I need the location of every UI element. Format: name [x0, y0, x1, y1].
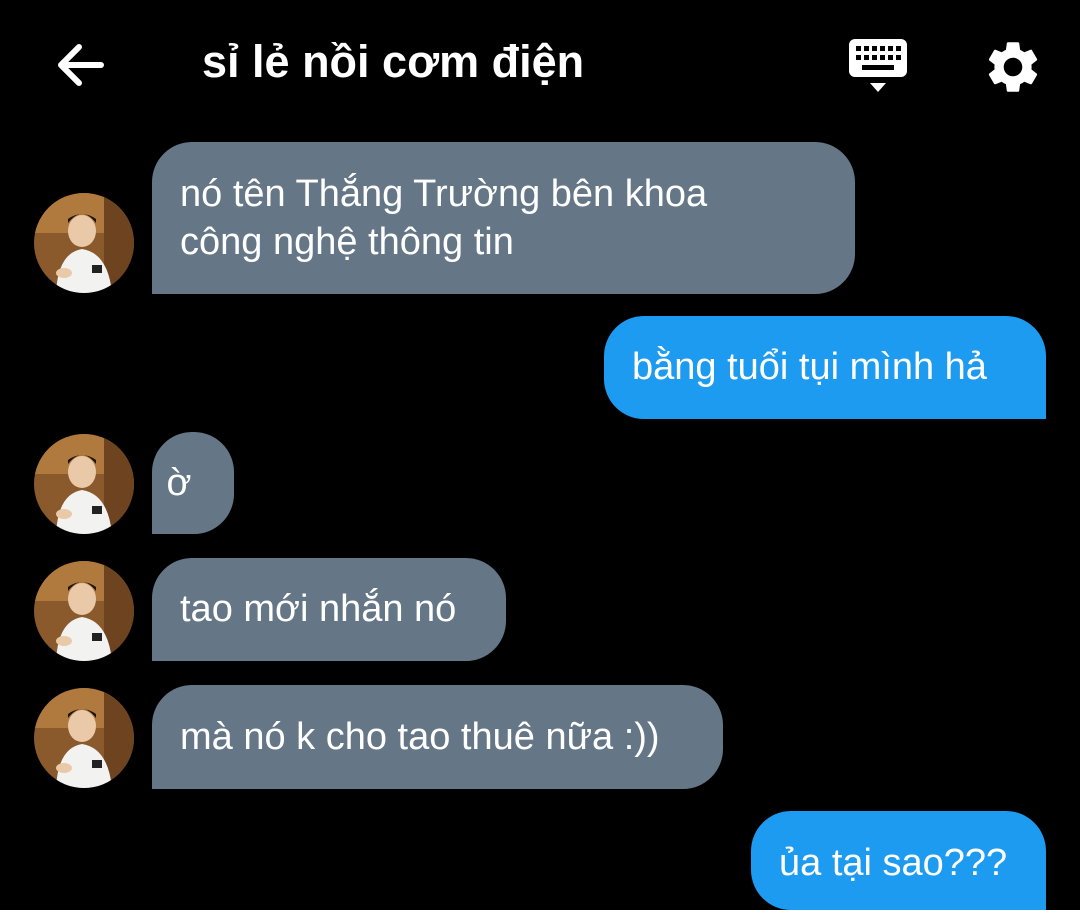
avatar[interactable]: [34, 688, 134, 788]
message-text-line: nó tên Thắng Trường bên khoa: [180, 173, 708, 215]
message-bubble-outgoing[interactable]: ủa tại sao???: [751, 811, 1046, 910]
back-button[interactable]: [50, 38, 108, 92]
message-text-line: bằng tuổi tụi mình hả: [632, 346, 987, 388]
conversation-title: sỉ lẻ nồi cơm điện: [202, 36, 585, 87]
message-text-line: tao mới nhắn nó: [180, 588, 457, 630]
message-text-line: ờ: [166, 462, 192, 504]
message-bubble-outgoing[interactable]: bằng tuổi tụi mình hả: [604, 316, 1046, 419]
avatar[interactable]: [34, 561, 134, 661]
avatar[interactable]: [34, 193, 134, 293]
chat-header: sỉ lẻ nồi cơm điện: [0, 0, 1080, 125]
settings-button[interactable]: [982, 36, 1044, 98]
keyboard-icon: [849, 39, 907, 92]
message-bubble-incoming[interactable]: tao mới nhắn nó: [152, 558, 506, 661]
message-bubble-incoming[interactable]: mà nó k cho tao thuê nữa :)): [152, 685, 723, 789]
message-text-line: công nghệ thông tin: [180, 221, 514, 263]
arrow-left-icon: [58, 44, 104, 86]
message-bubble-incoming[interactable]: ờ: [152, 432, 234, 534]
keyboard-button[interactable]: [846, 36, 910, 98]
gear-icon: [988, 42, 1038, 92]
message-bubble-incoming[interactable]: nó tên Thắng Trường bên khoa công nghệ t…: [152, 142, 855, 294]
message-text-line: ủa tại sao???: [779, 842, 1008, 884]
avatar[interactable]: [34, 434, 134, 534]
message-text-line: mà nó k cho tao thuê nữa :)): [180, 716, 660, 758]
